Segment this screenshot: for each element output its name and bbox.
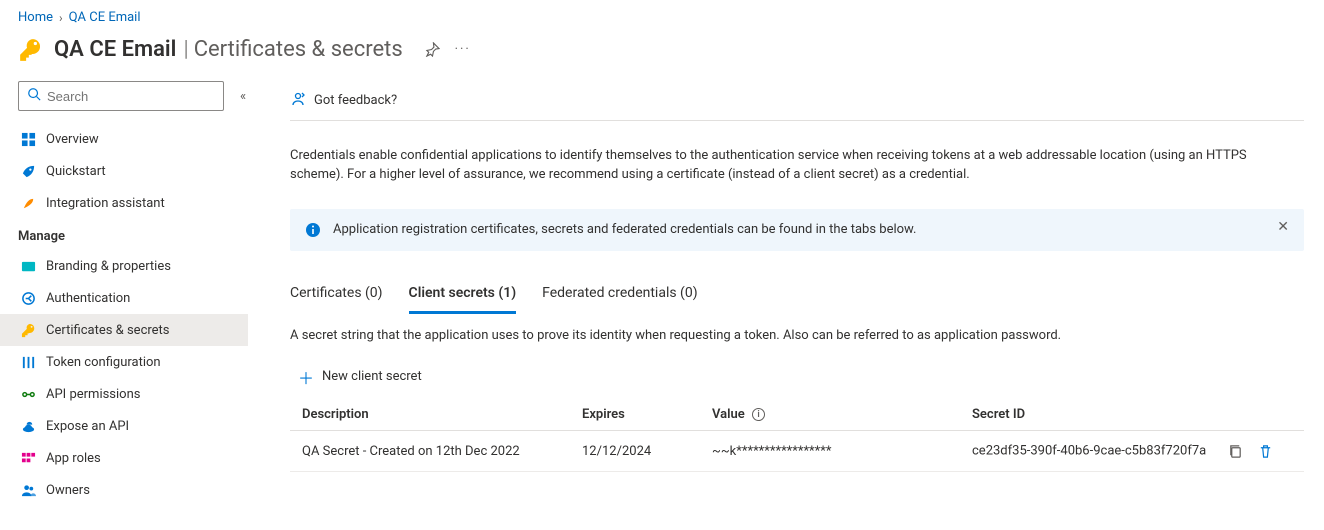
description-text: Credentials enable confidential applicat… [290, 147, 1300, 185]
app-key-icon [18, 37, 44, 63]
tab-certificates[interactable]: Certificates (0) [290, 279, 383, 314]
page-title-row: QA CE Email | Certificates & secrets ··· [0, 33, 1324, 81]
tab-client-secrets[interactable]: Client secrets (1) [409, 279, 517, 314]
copy-icon[interactable] [1227, 443, 1243, 459]
sidebar-item-label: Token configuration [46, 355, 161, 370]
info-icon [305, 222, 321, 238]
app-roles-icon [20, 450, 36, 466]
sidebar-item-overview[interactable]: Overview [0, 123, 248, 155]
new-client-secret-button[interactable]: ＋ New client secret [290, 365, 1304, 389]
col-description[interactable]: Description [290, 399, 570, 431]
page-title-section: Certificates & secrets [194, 37, 403, 62]
token-config-icon [20, 354, 36, 370]
sidebar: « Overview Quickstart Integration assist… [0, 81, 260, 506]
sidebar-item-token-config[interactable]: Token configuration [0, 346, 248, 378]
col-value[interactable]: Value i [700, 399, 960, 431]
sidebar-section-manage: Manage [18, 229, 260, 244]
delete-icon[interactable] [1257, 443, 1273, 459]
tab-description: A secret string that the application use… [290, 328, 1304, 343]
cell-value: ~~k***************** [700, 431, 960, 472]
breadcrumb-home[interactable]: Home [18, 10, 53, 25]
certificates-icon [20, 322, 36, 338]
page-title: QA CE Email | Certificates & secrets [54, 37, 403, 62]
info-icon[interactable]: i [752, 408, 765, 421]
secrets-table: Description Expires Value i Secret ID QA… [290, 399, 1304, 473]
sidebar-item-branding[interactable]: Branding & properties [0, 250, 248, 282]
sidebar-item-label: Overview [46, 132, 99, 147]
breadcrumb-separator: › [59, 11, 63, 25]
sidebar-item-label: Branding & properties [46, 259, 171, 274]
sidebar-item-certificates[interactable]: Certificates & secrets [0, 314, 248, 346]
plus-icon: ＋ [298, 365, 314, 389]
search-icon [27, 87, 41, 105]
collapse-sidebar-icon[interactable]: « [234, 89, 252, 104]
sidebar-item-label: Certificates & secrets [46, 323, 170, 338]
new-client-secret-label: New client secret [322, 369, 422, 384]
sidebar-item-label: API permissions [46, 387, 141, 402]
main-content: Got feedback? Credentials enable confide… [260, 81, 1324, 472]
search-input[interactable] [47, 89, 223, 104]
col-secret-id[interactable]: Secret ID [960, 399, 1304, 431]
info-banner-text: Application registration certificates, s… [333, 222, 916, 237]
page-title-app: QA CE Email [54, 37, 176, 62]
authentication-icon [20, 290, 36, 306]
sidebar-item-label: Authentication [46, 291, 130, 306]
table-row: QA Secret - Created on 12th Dec 2022 12/… [290, 431, 1304, 472]
api-permissions-icon [20, 386, 36, 402]
feedback-icon [290, 91, 306, 111]
tab-federated[interactable]: Federated credentials (0) [542, 279, 697, 314]
more-icon[interactable]: ··· [455, 41, 471, 57]
sidebar-item-owners[interactable]: Owners [0, 474, 248, 506]
info-banner: Application registration certificates, s… [290, 209, 1304, 251]
sidebar-item-expose-api[interactable]: Expose an API [0, 410, 248, 442]
quickstart-icon [20, 163, 36, 179]
overview-icon [20, 131, 36, 147]
cell-description: QA Secret - Created on 12th Dec 2022 [290, 431, 570, 472]
breadcrumb: Home › QA CE Email [0, 0, 1324, 33]
sidebar-item-app-roles[interactable]: App roles [0, 442, 248, 474]
sidebar-item-label: Owners [46, 483, 90, 498]
feedback-label: Got feedback? [314, 93, 397, 108]
sidebar-item-quickstart[interactable]: Quickstart [0, 155, 248, 187]
feedback-button[interactable]: Got feedback? [290, 81, 1304, 121]
pin-icon[interactable] [425, 41, 441, 57]
cell-expires: 12/12/2024 [570, 431, 700, 472]
sidebar-item-label: Integration assistant [46, 196, 165, 211]
col-expires[interactable]: Expires [570, 399, 700, 431]
sidebar-item-label: App roles [46, 451, 101, 466]
integration-icon [20, 195, 36, 211]
sidebar-item-api-permissions[interactable]: API permissions [0, 378, 248, 410]
expose-api-icon [20, 418, 36, 434]
cell-secret-id: ce23df35-390f-40b6-9cae-c5b83f720f7a [960, 431, 1304, 472]
search-input-wrap[interactable] [18, 81, 224, 111]
owners-icon [20, 482, 36, 498]
tabs: Certificates (0) Client secrets (1) Fede… [290, 279, 1304, 314]
branding-icon [20, 258, 36, 274]
sidebar-item-integration[interactable]: Integration assistant [0, 187, 248, 219]
sidebar-item-label: Quickstart [46, 164, 106, 179]
breadcrumb-current[interactable]: QA CE Email [69, 10, 141, 25]
close-icon[interactable]: ✕ [1277, 219, 1289, 235]
sidebar-item-label: Expose an API [46, 419, 129, 434]
sidebar-item-authentication[interactable]: Authentication [0, 282, 248, 314]
